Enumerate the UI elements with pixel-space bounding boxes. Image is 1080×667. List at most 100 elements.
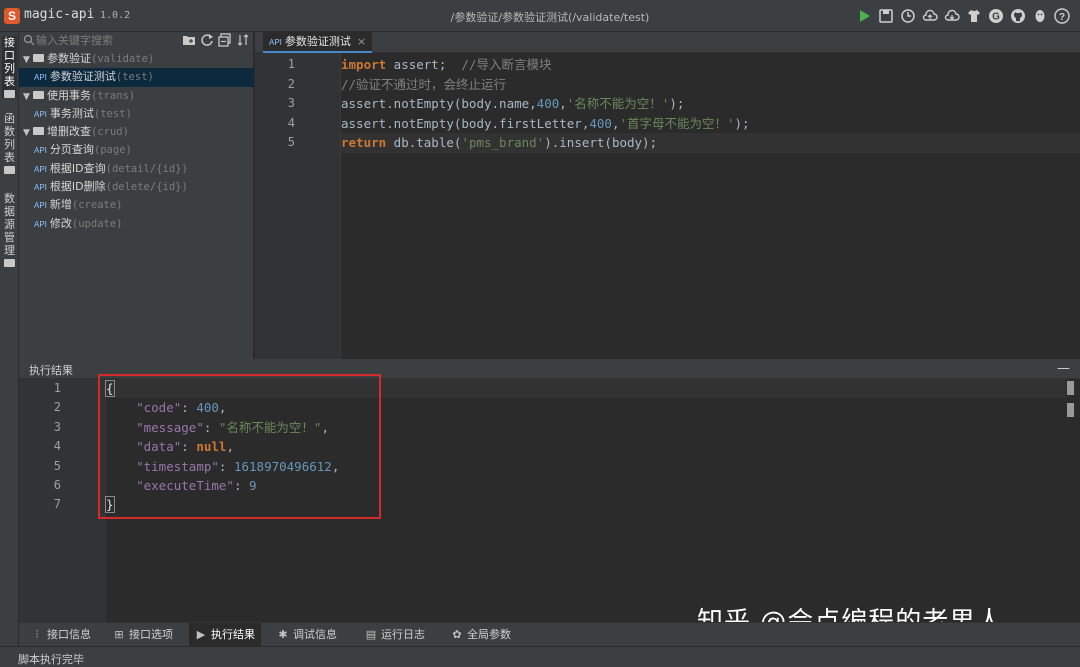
- tree-api-item[interactable]: API 事务测试(test): [19, 105, 254, 123]
- bottom-tab[interactable]: ▤ 运行日志: [359, 623, 431, 647]
- minimize-button[interactable]: —: [1057, 361, 1070, 376]
- bottom-tab[interactable]: ✿ 全局参数: [445, 623, 517, 647]
- results-panel: 执行结果 — 1234567 { "code": 400, "message":…: [19, 359, 1080, 622]
- line-number: 7: [53, 497, 61, 512]
- github-icon[interactable]: [1010, 8, 1026, 24]
- bottom-tab-label: 执行结果: [211, 628, 255, 641]
- app-version: 1.0.2: [100, 10, 131, 21]
- cloud-upload-icon[interactable]: [944, 8, 960, 24]
- refresh-icon[interactable]: [200, 33, 214, 47]
- tree-item-label: 参数验证测试: [49, 70, 116, 84]
- code-token: db.table(: [386, 135, 462, 150]
- line-number: 3: [53, 419, 61, 434]
- skin-icon[interactable]: [966, 8, 982, 24]
- tree-api-item[interactable]: API 参数验证测试(test): [19, 68, 254, 87]
- annotation-box: [98, 374, 381, 519]
- collapse-all-icon[interactable]: [218, 33, 232, 47]
- folder-icon: [4, 166, 15, 174]
- folder-icon: [33, 54, 44, 62]
- folder-icon: [33, 90, 44, 99]
- chevron-down-icon[interactable]: ▼: [23, 124, 33, 142]
- tree-item-path: (detail/{id}): [105, 162, 188, 175]
- script-editor: API 参数验证测试 × 1 2 3 4 5 import assert; //导入断言模块…: [255, 32, 1080, 359]
- upload-icon[interactable]: [922, 8, 938, 24]
- code-token: import: [341, 57, 387, 72]
- code-token: 400: [589, 115, 612, 131]
- current-api-path: /参数验证/参数验证测试(/validate/test): [450, 11, 650, 24]
- results-gutter: 1 2 3 4 5 6 7: [19, 379, 106, 622]
- g-icon[interactable]: G: [988, 8, 1004, 24]
- api-badge: API: [34, 146, 47, 156]
- side-tab-api-list[interactable]: 接口列表: [2, 36, 17, 98]
- bottom-tab-label: 接口选项: [129, 628, 173, 641]
- title-bar: S magic-api 1.0.2 /参数验证/参数验证测试(/validate…: [0, 0, 1080, 32]
- toolbar: G ?: [856, 8, 1070, 24]
- tree-group[interactable]: ▼ 使用事务(trans): [19, 87, 254, 105]
- folder-icon: [4, 259, 15, 267]
- tree-api-item[interactable]: API 根据ID查询(detail/{id}): [19, 160, 254, 178]
- line-number: 1: [53, 381, 61, 395]
- app-name: magic-api: [24, 7, 95, 22]
- code-token: assert.notEmpty(body.name,: [341, 96, 537, 111]
- status-bar: 脚本执行完毕: [0, 646, 1080, 667]
- line-number: 6: [53, 478, 61, 492]
- tree-item-path: (test): [115, 71, 154, 84]
- results-title: 执行结果: [29, 364, 73, 377]
- tree-item-path: (delete/{id}): [105, 181, 188, 194]
- log-icon: ▤: [365, 628, 377, 641]
- bottom-tab[interactable]: ▶ 执行结果: [189, 623, 261, 647]
- tab-current-api[interactable]: API 参数验证测试 ×: [263, 32, 373, 53]
- debug-icon: ✱: [278, 628, 288, 641]
- bottom-tab-bar: ⫶ 接口信息 ⊞ 接口选项 ▶ 执行结果 ✱ 调试信息 ▤ 运行日志 ✿ 全局参数: [19, 622, 1080, 647]
- save-icon[interactable]: [878, 8, 894, 24]
- side-tab-function-list[interactable]: 函数列表: [2, 112, 17, 174]
- tree-group[interactable]: ▼ 参数验证(validate): [19, 50, 254, 68]
- play-icon: ▶: [196, 628, 206, 641]
- status-text: 脚本执行完毕: [18, 653, 84, 666]
- tree-item-path: (update): [71, 217, 123, 230]
- close-icon[interactable]: ×: [357, 35, 366, 48]
- run-icon[interactable]: [856, 8, 872, 24]
- tree-api-item[interactable]: API 新增(create): [19, 196, 254, 214]
- api-tree: ▼ 参数验证(validate) API 参数验证测试(test) ▼ 使用事务(tran…: [19, 50, 254, 233]
- tree-group[interactable]: ▼ 增删改查(crud): [19, 123, 254, 141]
- code-token: );: [669, 96, 685, 111]
- side-tab-datasource[interactable]: 数据源管理: [2, 192, 17, 267]
- search-input[interactable]: [36, 32, 176, 48]
- history-icon[interactable]: [900, 8, 916, 24]
- code-token: //验证不通过时，会终止运行: [341, 76, 507, 92]
- tree-item-path: (create): [71, 199, 123, 212]
- app-logo: S: [4, 8, 20, 24]
- line-number: 5: [53, 458, 61, 473]
- tree-item-path: (trans): [91, 89, 136, 102]
- code-token: assert.notEmpty(body.firstLetter,: [341, 115, 590, 131]
- bottom-tab[interactable]: ✱ 调试信息: [271, 623, 343, 647]
- line-number: 4: [287, 115, 295, 130]
- code-area[interactable]: import assert; //导入断言模块//验证不通过时，会终止运行 ass…: [341, 53, 1080, 359]
- chevron-down-icon[interactable]: ▼: [23, 51, 33, 69]
- api-badge: API: [34, 109, 47, 119]
- chevron-down-icon[interactable]: ▼: [23, 88, 33, 106]
- folder-icon: [4, 90, 15, 98]
- side-tab-strip: 接口列表 函数列表 数据源管理: [0, 32, 19, 652]
- tree-api-item[interactable]: API 分页查询(page): [19, 141, 254, 159]
- tree-tools: [182, 33, 250, 47]
- new-folder-icon[interactable]: [182, 33, 196, 47]
- line-number: 2: [53, 400, 61, 415]
- scrollbar-thumb[interactable]: [1067, 381, 1074, 395]
- tree-item-path: (validate): [91, 53, 155, 65]
- code-token: ,: [559, 96, 567, 111]
- editor-tab-bar: API 参数验证测试 ×: [255, 32, 1080, 53]
- api-badge: API: [34, 73, 47, 83]
- sort-icon[interactable]: [236, 33, 250, 47]
- help-icon[interactable]: ?: [1054, 8, 1070, 24]
- tree-api-item[interactable]: API 修改(update): [19, 215, 254, 233]
- bottom-tab[interactable]: ⫶ 接口信息: [25, 623, 97, 647]
- code-line: import assert; //导入断言模块: [341, 55, 1080, 75]
- line-number: 2: [287, 76, 295, 91]
- bottom-tab-label: 接口信息: [47, 628, 91, 641]
- tree-api-item[interactable]: API 根据ID删除(delete/{id}): [19, 178, 254, 196]
- code-token: 400: [536, 96, 560, 111]
- qq-icon[interactable]: [1032, 8, 1048, 24]
- bottom-tab[interactable]: ⊞ 接口选项: [107, 623, 179, 647]
